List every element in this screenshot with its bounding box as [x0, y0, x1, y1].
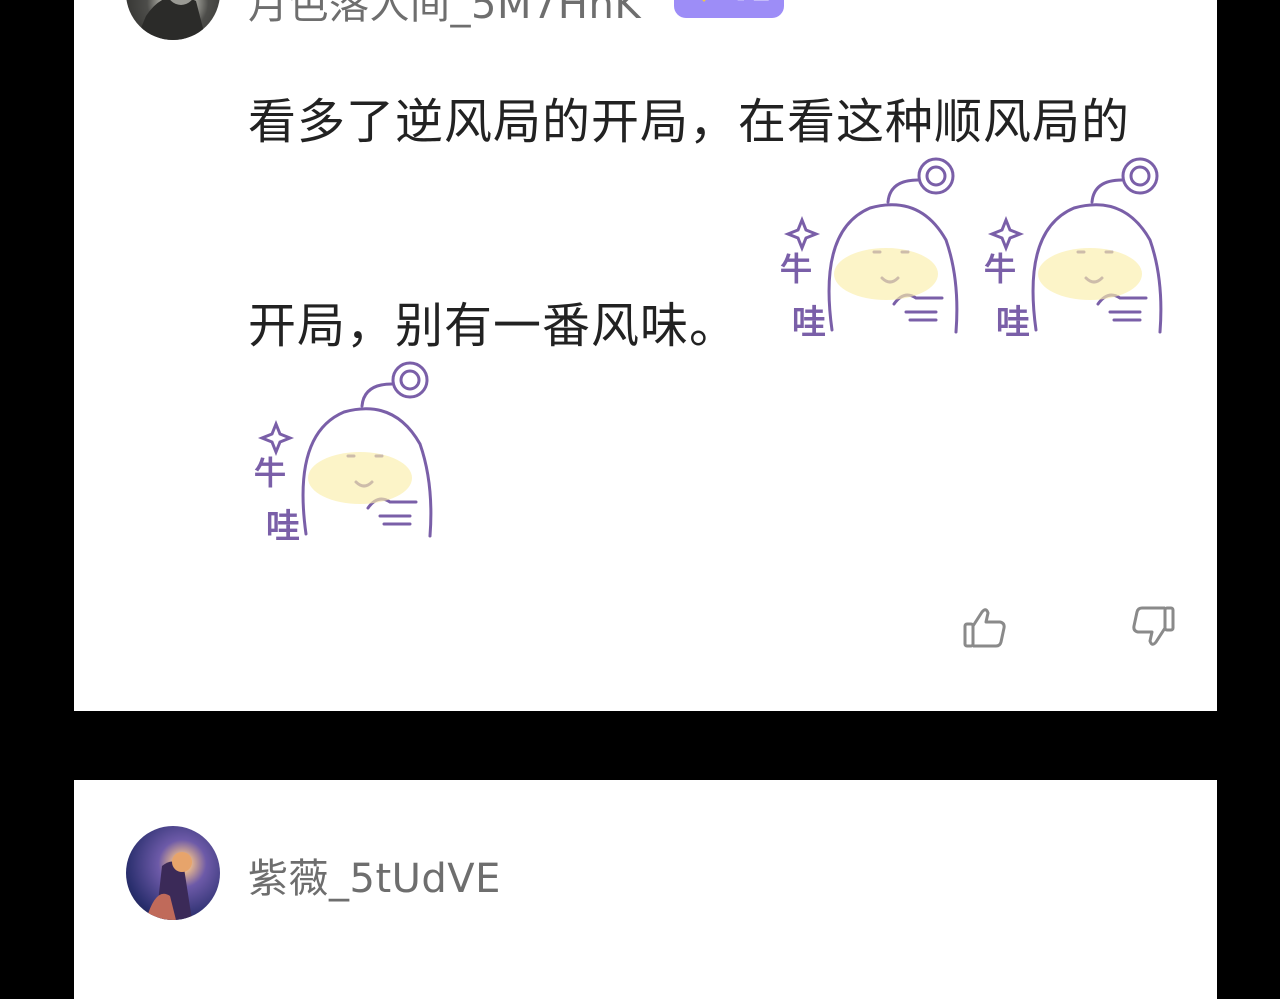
niuwa-sticker: 牛 哇: [780, 157, 959, 343]
avatar[interactable]: [126, 0, 220, 40]
username[interactable]: 月色落人间_5M7HnK: [248, 0, 641, 30]
comment-text-line: 看多了逆风局的开局，在看这种顺风局的: [248, 94, 1131, 150]
sticker-caption: 哇: [792, 303, 826, 343]
username[interactable]: 紫薇_5tUdVE: [248, 846, 501, 904]
comment-text-line: 开局，别有一番风味。: [248, 298, 739, 354]
level-text: V2: [730, 0, 771, 7]
sticker-caption: 牛: [780, 250, 812, 288]
level-badge: V2: [674, 0, 784, 18]
comment-card: 月色落人间_5M7HnK V2 看多了逆风局的开局，在看这种顺风局的 开局，别有…: [74, 0, 1217, 711]
thumbs-down-icon[interactable]: [1130, 604, 1176, 650]
avatar[interactable]: [126, 826, 220, 920]
diamond-icon: [702, 0, 706, 2]
sticker-caption: 牛: [984, 250, 1016, 288]
sticker-caption: 牛: [254, 454, 286, 492]
sticker-caption: 哇: [996, 303, 1030, 343]
comment-card: 紫薇_5tUdVE: [74, 780, 1217, 999]
niuwa-sticker: 牛 哇: [254, 361, 433, 547]
thumbs-up-icon[interactable]: [962, 604, 1008, 650]
sticker-caption: 哇: [266, 507, 300, 547]
niuwa-sticker: 牛 哇: [984, 157, 1163, 343]
